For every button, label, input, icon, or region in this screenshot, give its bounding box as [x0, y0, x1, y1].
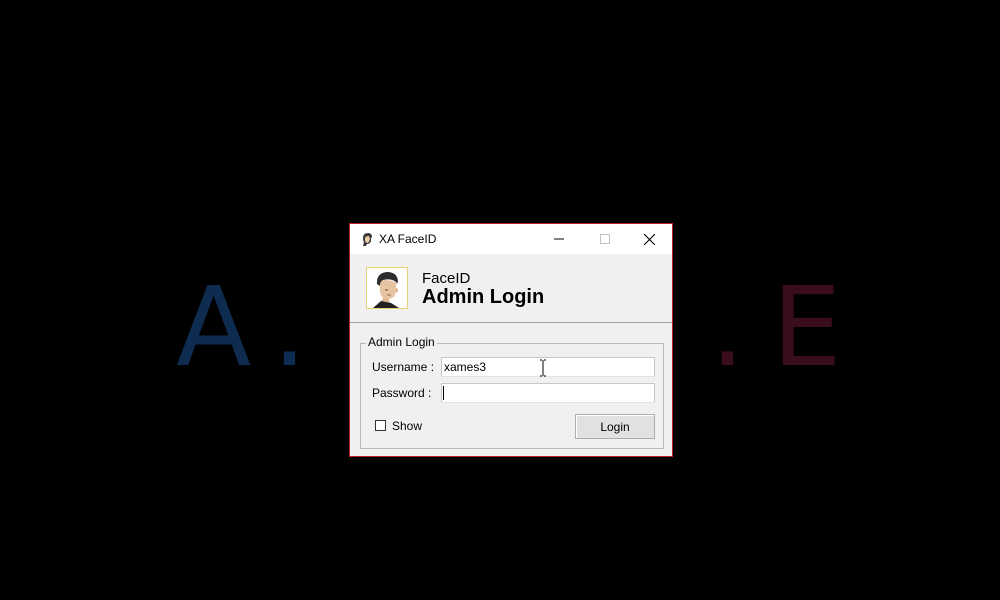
minimize-icon [554, 238, 564, 240]
admin-login-group: Admin Login Username : Password : Show L… [360, 335, 664, 449]
password-input[interactable] [441, 383, 655, 403]
close-icon [643, 233, 655, 245]
app-icon [360, 232, 374, 246]
show-password-checkbox[interactable] [375, 420, 386, 431]
text-caret [443, 386, 444, 400]
maximize-button[interactable] [582, 224, 628, 254]
header-subtitle: FaceID [422, 270, 471, 287]
username-input[interactable] [441, 357, 655, 377]
close-button[interactable] [626, 224, 672, 254]
desktop-background: A . . E XA FaceID FaceID Admin Login Adm… [0, 0, 1000, 600]
user-portrait-icon [366, 267, 408, 309]
background-dot-right: . [710, 263, 745, 391]
background-letter-e: E [772, 263, 842, 391]
username-label: Username : [372, 360, 435, 374]
show-password-label[interactable]: Show [392, 419, 422, 433]
window-title: XA FaceID [379, 232, 437, 246]
text-cursor-icon [540, 359, 546, 377]
header-title: Admin Login [422, 286, 545, 308]
group-legend: Admin Login [366, 335, 437, 349]
login-window: XA FaceID FaceID Admin Login Admin Login… [349, 223, 673, 457]
maximize-icon [600, 234, 610, 244]
header-panel: FaceID Admin Login [350, 254, 672, 323]
background-dot-left: . [272, 263, 307, 391]
password-label: Password : [372, 386, 432, 400]
minimize-button[interactable] [536, 224, 582, 254]
background-letter-a: A [176, 263, 252, 391]
login-button[interactable]: Login [575, 414, 655, 439]
title-bar[interactable]: XA FaceID [350, 224, 672, 254]
